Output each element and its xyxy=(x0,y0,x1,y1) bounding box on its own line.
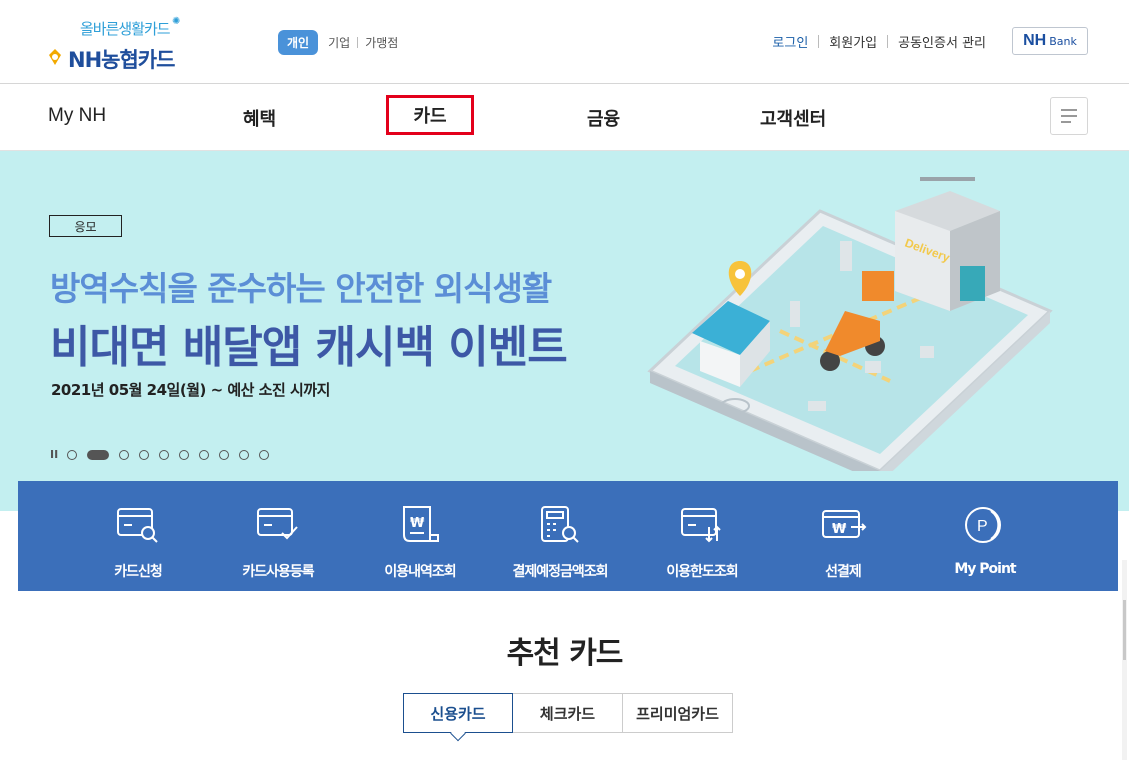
nav-finance[interactable]: 금융 xyxy=(587,105,620,131)
slide-dot[interactable] xyxy=(139,449,150,460)
logo-name: NH농협카드 xyxy=(68,48,175,72)
nh-bank-button[interactable]: NH Bank xyxy=(1012,27,1088,55)
quick-card-register[interactable]: 카드사용등록 xyxy=(213,503,343,581)
segment-personal[interactable]: 개인 xyxy=(278,30,319,55)
quick-label: 카드신청 xyxy=(114,564,163,580)
customer-type-segment: 개인 기업 가맹점 xyxy=(278,30,398,55)
slide-dot[interactable] xyxy=(179,449,190,460)
banner-period: 2021년 05월 24일(월) ~ 예산 소진 시까지 xyxy=(51,381,330,399)
slide-dot[interactable] xyxy=(239,449,250,460)
utility-menu: 로그인 회원가입 공동인증서 관리 xyxy=(772,32,986,51)
quick-prepayment[interactable]: ₩ 선결제 xyxy=(778,503,908,581)
divider xyxy=(357,37,359,48)
svg-text:₩: ₩ xyxy=(832,522,847,537)
top-bar: 올바른생활카드 ✺ NH농협카드 개인 기업 가맹점 로그인 회원가입 공동인증… xyxy=(0,0,1129,84)
card-search-icon xyxy=(117,508,158,543)
tab-credit-card[interactable]: 신용카드 xyxy=(403,693,513,733)
segment-business[interactable]: 기업 xyxy=(328,34,350,51)
divider xyxy=(887,35,889,48)
slide-dot[interactable] xyxy=(119,449,130,460)
slide-dot[interactable] xyxy=(67,449,78,460)
calculator-search-icon xyxy=(541,506,579,543)
hamburger-icon xyxy=(1061,109,1077,111)
nav-customer-center[interactable]: 고객센터 xyxy=(760,105,826,131)
hamburger-icon-line xyxy=(1061,115,1077,117)
card-arrows-icon xyxy=(681,508,721,543)
quick-label: 이용한도조회 xyxy=(666,564,738,580)
recommend-title: 추천 카드 xyxy=(506,636,624,671)
slide-dot[interactable] xyxy=(199,449,210,460)
quick-label: 카드사용등록 xyxy=(242,564,314,580)
join-link[interactable]: 회원가입 xyxy=(829,32,877,51)
hamburger-icon-line xyxy=(1061,121,1071,123)
quick-usage-history[interactable]: ₩ 이용내역조회 xyxy=(355,503,485,581)
point-coin-icon: P xyxy=(965,507,1001,543)
nav-card[interactable]: 카드 xyxy=(386,95,474,135)
nh-bank-label: Bank xyxy=(1049,34,1077,48)
quick-card-apply[interactable]: 카드신청 xyxy=(73,503,203,581)
all-menu-button[interactable] xyxy=(1050,97,1088,135)
svg-text:₩: ₩ xyxy=(410,516,425,531)
banner-headline-main: 비대면 배달앱 캐시백 이벤트 xyxy=(50,322,568,373)
won-card-arrow-icon: ₩ xyxy=(822,510,867,538)
quick-label: 결제예정금액조회 xyxy=(512,564,608,580)
quick-label: 이용내역조회 xyxy=(384,564,456,580)
slide-dot[interactable] xyxy=(219,449,230,460)
tab-premium-card[interactable]: 프리미엄카드 xyxy=(623,693,733,733)
quick-expected-payment[interactable]: 결제예정금액조회 xyxy=(495,503,625,581)
nav-my-nh[interactable]: My NH xyxy=(48,105,106,127)
nh-card-logo[interactable]: 올바른생활카드 ✺ NH농협카드 xyxy=(44,14,204,74)
nh-logo-mark-icon xyxy=(49,49,61,65)
won-document-icon: ₩ xyxy=(403,506,439,542)
main-navigation: My NH 혜택 카드 금융 고객센터 xyxy=(0,85,1129,151)
nh-bank-mark: NH xyxy=(1023,32,1047,49)
sparkle-icon: ✺ xyxy=(172,16,181,27)
slide-dot-active[interactable] xyxy=(87,449,110,460)
slide-indicator: II xyxy=(50,448,279,461)
pause-button[interactable]: II xyxy=(50,448,58,461)
logo-slogan: 올바른생활카드 xyxy=(80,20,171,38)
slide-dot[interactable] xyxy=(259,449,270,460)
segment-merchant[interactable]: 가맹점 xyxy=(365,34,398,51)
divider xyxy=(818,35,820,48)
quick-menu-bar: 카드신청 카드사용등록 ₩ 이용내역조회 결제예정금액조회 이용한도조회 ₩ 선… xyxy=(18,481,1118,591)
event-banner[interactable]: 응모 방역수칙을 준수하는 안전한 외식생활 비대면 배달앱 캐시백 이벤트 2… xyxy=(0,151,1129,511)
quick-limit-check[interactable]: 이용한도조회 xyxy=(637,503,767,581)
login-link[interactable]: 로그인 xyxy=(772,32,808,51)
svg-text:P: P xyxy=(977,518,988,535)
quick-label: 선결제 xyxy=(825,564,862,580)
banner-tag: 응모 xyxy=(49,215,122,237)
page-scrollbar[interactable] xyxy=(1120,560,1129,760)
card-type-tabs: 신용카드 체크카드 프리미엄카드 xyxy=(403,693,733,733)
quick-my-point[interactable]: P My Point xyxy=(920,503,1050,577)
banner-headline-sub: 방역수칙을 준수하는 안전한 외식생활 xyxy=(50,269,552,308)
slide-dot[interactable] xyxy=(159,449,170,460)
card-check-icon xyxy=(257,508,298,540)
certificate-link[interactable]: 공동인증서 관리 xyxy=(898,32,986,51)
nav-benefits[interactable]: 혜택 xyxy=(243,105,276,131)
tab-check-card[interactable]: 체크카드 xyxy=(513,693,623,733)
quick-label: My Point xyxy=(954,561,1016,577)
delivery-phone-illustration: Delivery xyxy=(647,177,1053,471)
